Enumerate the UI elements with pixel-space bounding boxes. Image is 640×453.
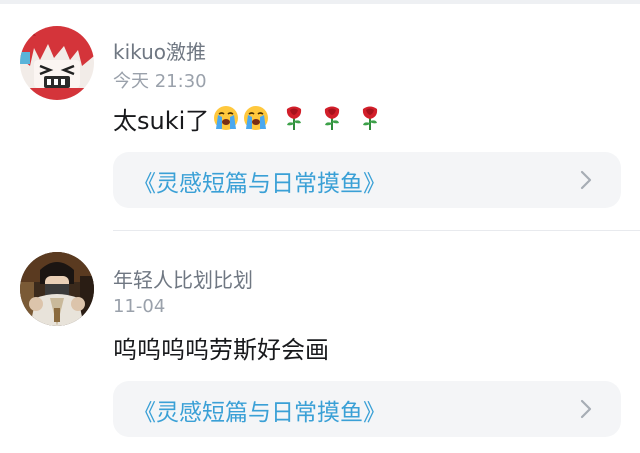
chevron-right-icon [580, 399, 592, 419]
username[interactable]: kikuo激推 [113, 36, 206, 65]
comment-text: 呜呜呜呜劳斯好会画 [113, 335, 329, 364]
rose-icon [325, 106, 340, 130]
comment-text: 太suki了 [113, 106, 210, 135]
linked-article-card[interactable]: 《灵感短篇与日常摸鱼》 [113, 381, 621, 437]
chevron-right-icon [580, 170, 592, 190]
comment-divider [113, 230, 640, 231]
avatar[interactable] [20, 26, 94, 100]
linked-article-title: 《灵感短篇与日常摸鱼》 [133, 171, 386, 197]
avatar[interactable] [20, 252, 94, 326]
username[interactable]: 年轻人比划比划 [113, 264, 253, 293]
comment-text-row: 太suki了 [113, 101, 383, 135]
linked-article-title: 《灵感短篇与日常摸鱼》 [133, 400, 386, 426]
loudly-crying-face-icon [244, 106, 269, 130]
loudly-crying-face-icon [214, 106, 239, 130]
comment-timestamp: 11-04 [113, 296, 166, 317]
rose-icon [363, 106, 378, 130]
avatar-image-character [20, 252, 94, 326]
avatar-image-kikuo [20, 26, 94, 100]
comment-text-row: 呜呜呜呜劳斯好会画 [113, 330, 329, 364]
top-divider [0, 0, 640, 4]
rose-icon [287, 106, 302, 130]
linked-article-card[interactable]: 《灵感短篇与日常摸鱼》 [113, 152, 621, 208]
comment-timestamp: 今天 21:30 [113, 71, 207, 92]
